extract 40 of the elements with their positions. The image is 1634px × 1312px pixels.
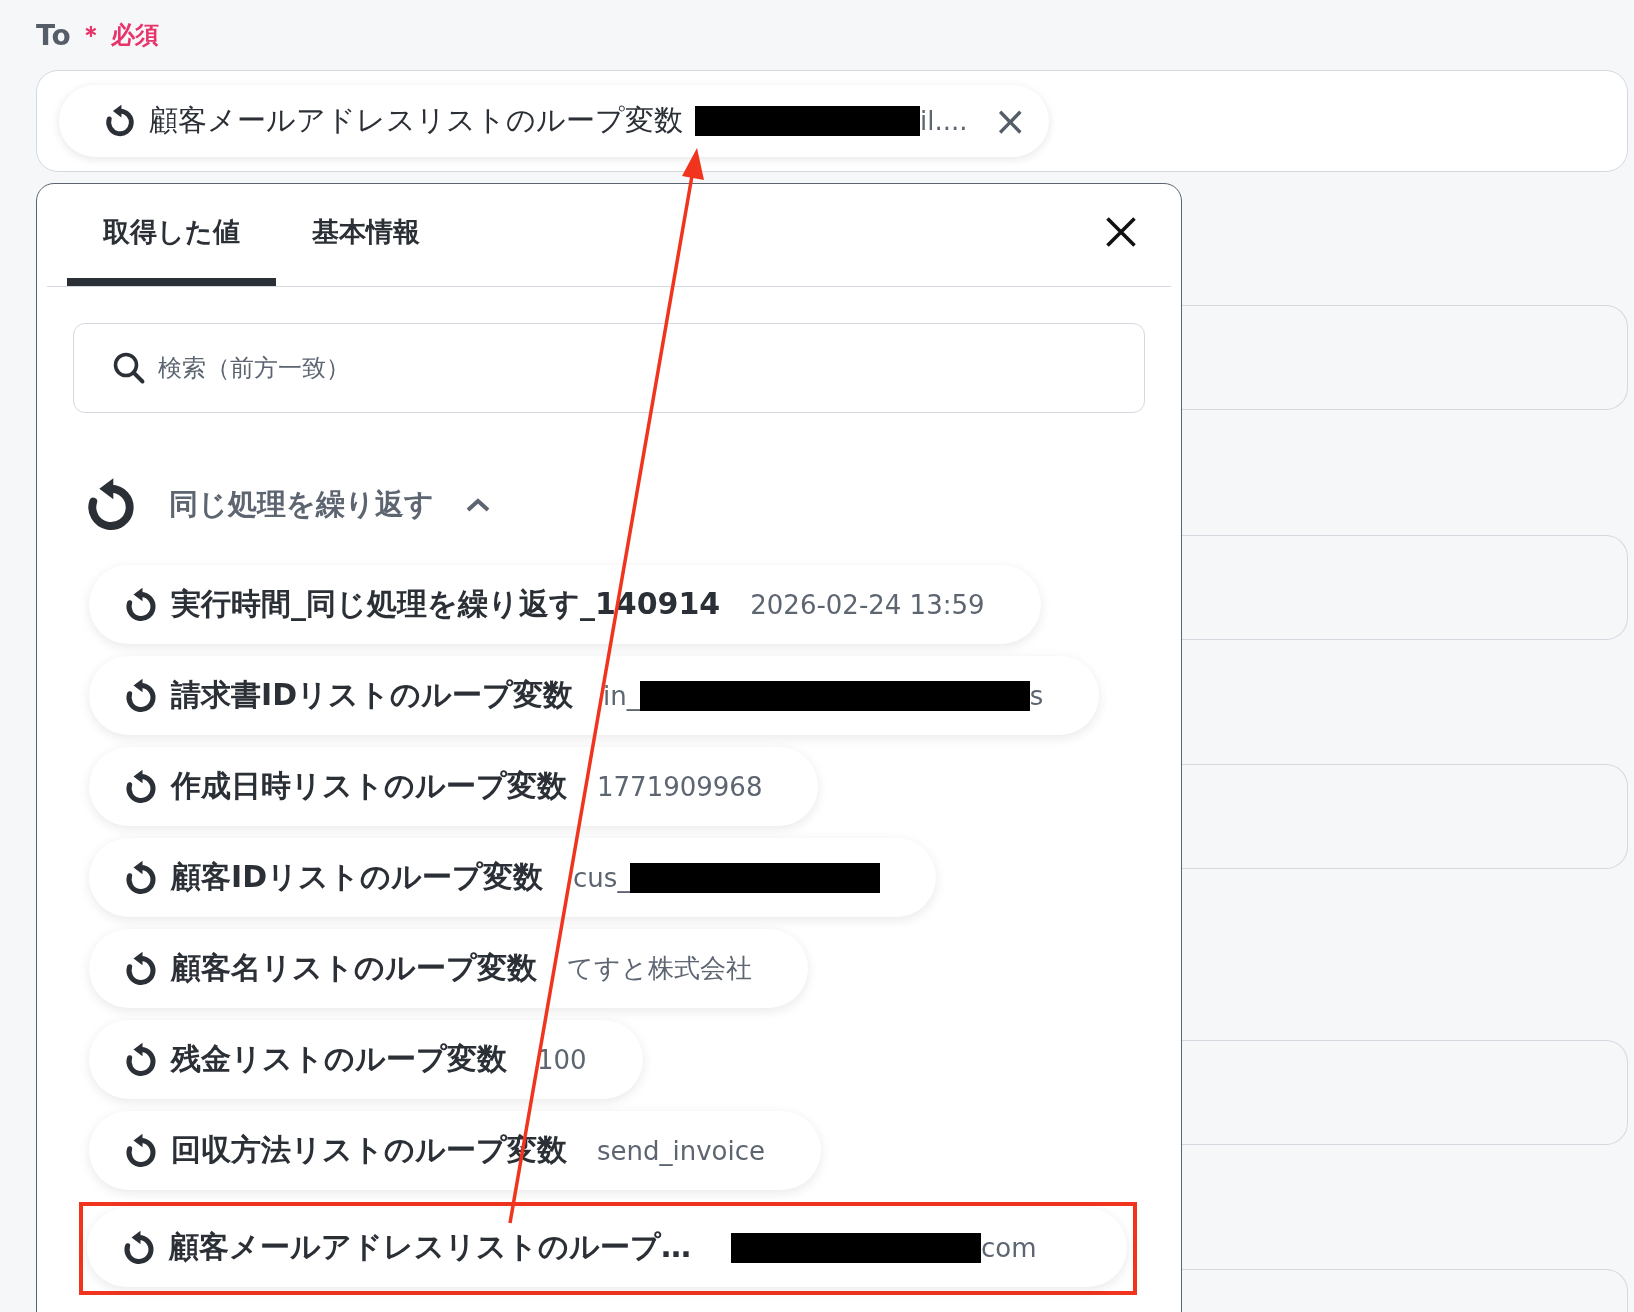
input-field[interactable]	[1182, 764, 1628, 869]
item-value: 100	[537, 1044, 587, 1075]
variable-item[interactable]: 顧客名リストのループ変数 てすと株式会社	[89, 929, 808, 1008]
variable-item[interactable]: 顧客メールアドレスリストのループ… com	[87, 1208, 1127, 1287]
item-value: com	[981, 1232, 1037, 1263]
chip-label: 顧客メールアドレスリストのループ変数	[149, 102, 683, 139]
variable-chip[interactable]: 顧客メールアドレスリストのループ変数 il.... ×	[59, 85, 1050, 157]
chevron-icon[interactable]	[464, 496, 492, 514]
remove-button[interactable]: ×	[979, 101, 1028, 141]
item-value: てすと株式会社	[567, 952, 752, 985]
item-value: 2026-02-24 13:59	[750, 589, 985, 620]
variable-item[interactable]: 残金リストのループ変数 100	[89, 1020, 643, 1099]
input-field[interactable]: 顧客メールアドレスリストのループ変数 il.... ×	[36, 70, 1628, 172]
item-label: 顧客IDリストのループ変数	[171, 858, 544, 896]
search-icon	[111, 350, 147, 386]
item-label: 顧客名リストのループ変数	[171, 949, 537, 987]
item-label: 顧客メールアドレスリストのループ…	[169, 1228, 691, 1266]
variable-item[interactable]: 請求書IDリストのループ変数 in_ s	[89, 656, 1100, 735]
search-field[interactable]: 検索（前方一致）	[73, 323, 1145, 413]
tab[interactable]: 取得した値	[67, 214, 276, 286]
field-label: To	[36, 18, 71, 52]
item-value: s	[1029, 680, 1044, 711]
item-label: 残金リストのループ変数	[171, 1040, 507, 1078]
required-mark: ＊	[78, 20, 103, 51]
variable-item[interactable]: 作成日時リストのループ変数 1771909968	[89, 747, 819, 826]
item-label: 作成日時リストのループ変数	[171, 767, 567, 805]
chip-value: il....	[920, 106, 968, 136]
item-label: 請求書IDリストのループ変数	[171, 676, 574, 714]
item-value: send_invoice	[597, 1135, 766, 1166]
group-title: 同じ処理を繰り返す	[169, 486, 434, 523]
loop-icon	[103, 104, 137, 138]
input-field[interactable]	[1182, 1040, 1628, 1145]
variable-item[interactable]: 顧客IDリストのループ変数 cus_	[89, 838, 937, 917]
required-label: 必須	[110, 20, 159, 51]
input-field[interactable]	[1182, 535, 1628, 640]
input-field[interactable]	[1182, 305, 1628, 410]
item-value: cus_	[573, 862, 631, 893]
tab[interactable]: 基本情報	[276, 214, 456, 286]
item-value: 1771909968	[597, 771, 763, 802]
item-value: in_	[603, 680, 640, 711]
